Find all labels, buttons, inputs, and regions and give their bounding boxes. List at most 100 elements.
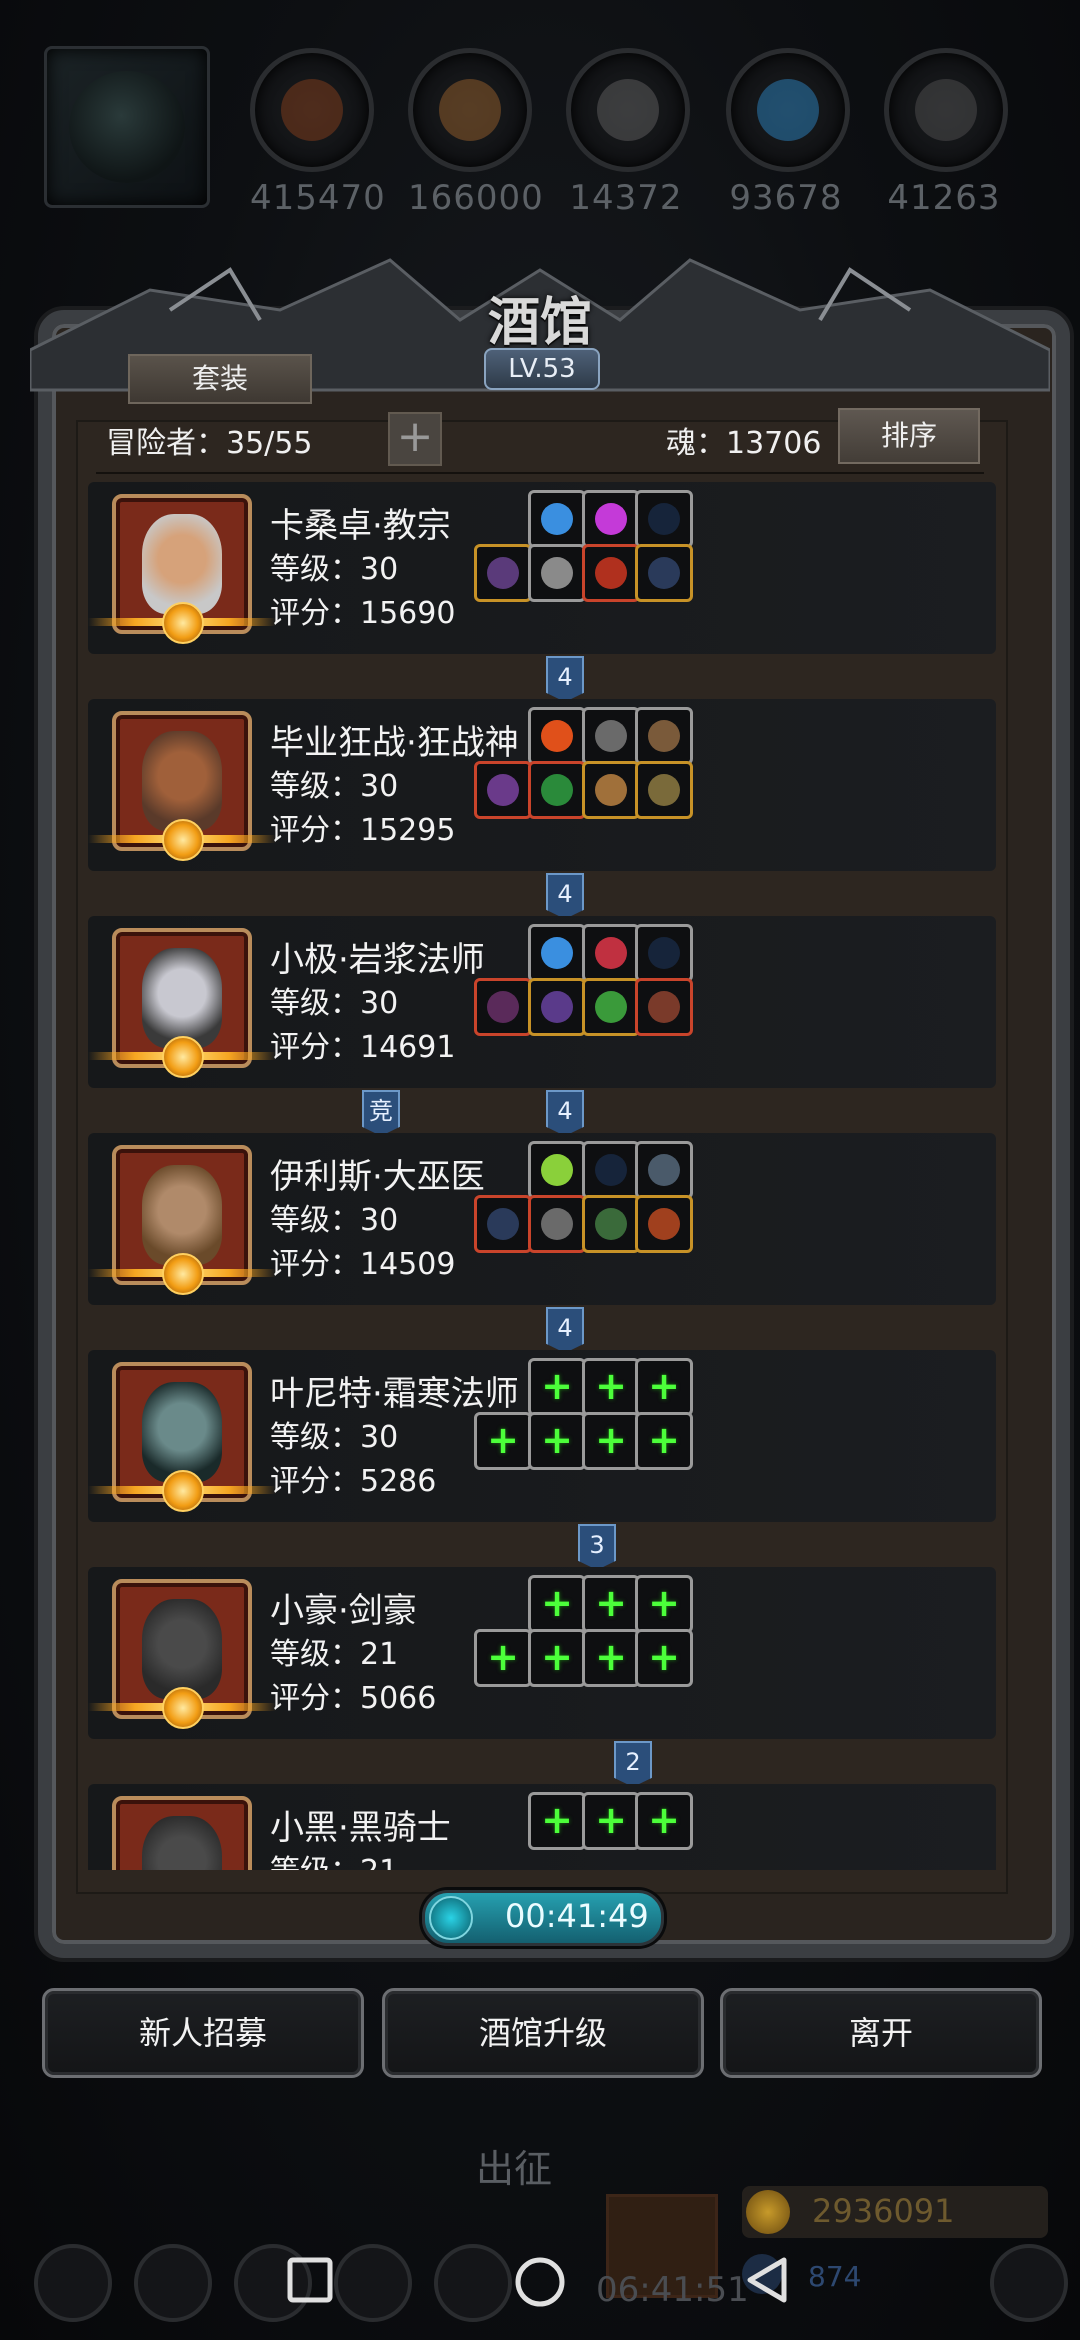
hero-row[interactable]: 小豪·剑豪 等级：21 评分：5066 + + + + + + +2	[88, 1567, 996, 1787]
hero-portrait[interactable]	[88, 928, 276, 1078]
empty-equip-slot[interactable]: +	[528, 1575, 586, 1633]
equip-slot[interactable]	[635, 761, 693, 819]
equip-slot[interactable]	[474, 1195, 532, 1253]
link-count-badge: 3	[578, 1524, 616, 1570]
equip-slot[interactable]	[582, 761, 640, 819]
equip-slot[interactable]	[528, 490, 586, 548]
empty-equip-slot[interactable]: +	[528, 1358, 586, 1416]
game-clock: 06:41:51	[596, 2270, 749, 2310]
empty-equip-slot[interactable]: +	[635, 1412, 693, 1470]
resource-value: 415470	[250, 178, 386, 218]
hero-portrait[interactable]	[88, 1145, 276, 1295]
equipment-icon	[648, 557, 680, 589]
equip-slot[interactable]	[528, 1141, 586, 1199]
empty-equip-slot[interactable]: +	[474, 1412, 532, 1470]
equip-slot[interactable]	[474, 978, 532, 1036]
nav-back-icon[interactable]	[740, 2252, 796, 2308]
resource-iron[interactable]: 41263	[884, 48, 1008, 218]
hero-face	[142, 1599, 222, 1699]
empty-equip-slot[interactable]: +	[582, 1575, 640, 1633]
hero-score: 评分：5066	[270, 1681, 437, 1716]
resource-stone[interactable]: 14372	[566, 48, 690, 218]
add-equipment-icon: +	[595, 1418, 627, 1462]
equip-slot[interactable]	[528, 978, 586, 1036]
equipment-icon	[648, 1208, 680, 1240]
hero-portrait[interactable]	[88, 711, 276, 861]
hero-row[interactable]: 毕业狂战·狂战神 等级：30 评分：15295 4	[88, 699, 996, 919]
empty-equip-slot[interactable]: +	[528, 1412, 586, 1470]
empty-equip-slot[interactable]: +	[474, 1629, 532, 1687]
nav-home-icon[interactable]	[510, 2252, 570, 2312]
set-button[interactable]: 套装	[128, 354, 312, 404]
hero-name: 毕业狂战·狂战神	[270, 723, 519, 763]
add-equipment-icon: +	[648, 1798, 680, 1842]
resource-wood[interactable]: 166000	[408, 48, 543, 218]
hero-portrait[interactable]	[88, 1362, 276, 1512]
equip-slot[interactable]	[635, 490, 693, 548]
hero-portrait[interactable]	[112, 1796, 252, 1870]
hero-level: 等级：30	[270, 769, 399, 804]
equip-slot[interactable]	[528, 761, 586, 819]
equip-slot[interactable]	[635, 1195, 693, 1253]
leave-button[interactable]: 离开	[720, 1988, 1042, 2078]
add-equipment-icon: +	[541, 1418, 573, 1462]
nav-recent-apps-icon[interactable]	[282, 2252, 338, 2308]
add-equipment-icon: +	[595, 1364, 627, 1408]
equipment-icon	[595, 557, 627, 589]
equip-slot[interactable]	[582, 490, 640, 548]
empty-equip-slot[interactable]: +	[528, 1629, 586, 1687]
equip-slot[interactable]	[528, 1195, 586, 1253]
resource-crystal[interactable]: 93678	[726, 48, 850, 218]
empty-equip-slot[interactable]: +	[582, 1629, 640, 1687]
equip-slot[interactable]	[582, 978, 640, 1036]
equip-slot[interactable]	[474, 761, 532, 819]
hero-row[interactable]: 卡桑卓·教宗 等级：30 评分：15690 4	[88, 482, 996, 702]
hero-list[interactable]: 卡桑卓·教宗 等级：30 评分：15690 4 毕业狂战·狂战神 等级：30 评分：1529…	[88, 482, 996, 1870]
equip-slot[interactable]	[582, 924, 640, 982]
equip-slot[interactable]	[582, 1141, 640, 1199]
empty-equip-slot[interactable]: +	[582, 1412, 640, 1470]
recruit-button[interactable]: 新人招募	[42, 1988, 364, 2078]
equip-slot[interactable]	[474, 544, 532, 602]
equip-slot[interactable]	[582, 544, 640, 602]
equip-slot[interactable]	[635, 544, 693, 602]
sort-button[interactable]: 排序	[838, 408, 980, 464]
resource-meat[interactable]: 415470	[250, 48, 386, 218]
hero-row[interactable]: 伊利斯·大巫医 等级：30 评分：14509 4	[88, 1133, 996, 1353]
hero-name: 小豪·剑豪	[270, 1591, 417, 1631]
hero-portrait[interactable]	[88, 494, 276, 644]
hero-name: 卡桑卓·教宗	[270, 506, 451, 546]
equip-slot[interactable]	[635, 924, 693, 982]
rank-gem-icon	[162, 1687, 204, 1729]
player-avatar[interactable]	[44, 46, 210, 208]
equipment-icon	[648, 937, 680, 969]
equip-slot[interactable]	[528, 924, 586, 982]
add-slot-button[interactable]: +	[388, 412, 442, 466]
empty-equip-slot[interactable]: +	[635, 1792, 693, 1850]
empty-equip-slot[interactable]: +	[582, 1792, 640, 1850]
arena-badge: 竞	[362, 1090, 400, 1136]
equip-slot[interactable]	[528, 707, 586, 765]
empty-equip-slot[interactable]: +	[635, 1358, 693, 1416]
hero-row[interactable]: 小极·岩浆法师 等级：30 评分：14691 4 竞	[88, 916, 996, 1136]
link-count-badge: 4	[546, 656, 584, 702]
empty-equip-slot[interactable]: +	[635, 1575, 693, 1633]
hero-row[interactable]: 叶尼特·霜寒法师 等级：30 评分：5286 + + + + + + +3	[88, 1350, 996, 1570]
hero-level: 等级：21	[270, 1846, 398, 1870]
equip-slot[interactable]	[582, 707, 640, 765]
hero-portrait[interactable]	[88, 1579, 276, 1729]
equip-slot[interactable]	[528, 544, 586, 602]
empty-equip-slot[interactable]: +	[582, 1358, 640, 1416]
equipment-icon	[648, 991, 680, 1023]
equip-slot[interactable]	[635, 978, 693, 1036]
empty-equip-slot[interactable]: +	[635, 1629, 693, 1687]
equip-slot[interactable]	[635, 1141, 693, 1199]
upgrade-tavern-button[interactable]: 酒馆升级	[382, 1988, 704, 2078]
dock-slot-icon	[134, 2244, 212, 2322]
hero-name: 伊利斯·大巫医	[270, 1157, 485, 1197]
equip-slot[interactable]	[582, 1195, 640, 1253]
hero-row[interactable]: 小黑·黑骑士等级：21评分：4800+++	[88, 1784, 996, 1870]
equipment-icon	[595, 503, 627, 535]
empty-equip-slot[interactable]: +	[528, 1792, 586, 1850]
equip-slot[interactable]	[635, 707, 693, 765]
